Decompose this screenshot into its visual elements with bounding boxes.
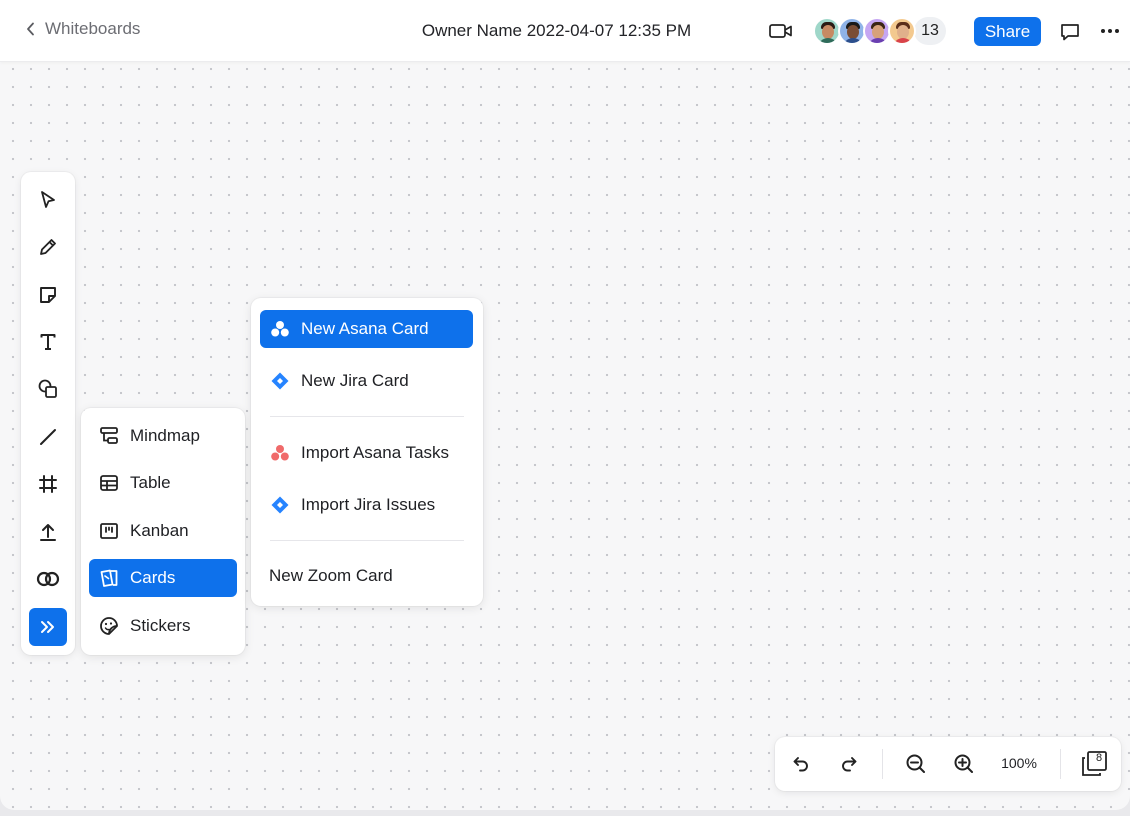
participants-group[interactable]: 13 bbox=[813, 17, 946, 45]
menu-item-label: New Jira Card bbox=[301, 371, 409, 390]
cards-menu: New Asana Card New Jira Card Import Asan… bbox=[251, 298, 483, 606]
upload-icon[interactable] bbox=[29, 513, 67, 551]
sticky-note-icon[interactable] bbox=[29, 276, 67, 314]
stickers-icon bbox=[100, 617, 118, 635]
jira-icon bbox=[271, 372, 289, 390]
back-to-whiteboards-link[interactable]: Whiteboards bbox=[26, 19, 140, 39]
avatar bbox=[838, 17, 866, 45]
menu-item-mindmap[interactable]: Mindmap bbox=[89, 417, 237, 455]
asana-icon bbox=[271, 321, 289, 337]
jira-icon bbox=[271, 496, 289, 514]
avatar bbox=[813, 17, 841, 45]
avatar bbox=[863, 17, 891, 45]
menu-item-table[interactable]: Table bbox=[89, 464, 237, 502]
menu-item-label: Import Asana Tasks bbox=[301, 443, 450, 462]
menu-item-label: New Asana Card bbox=[301, 319, 429, 338]
more-options-icon[interactable] bbox=[1101, 29, 1119, 33]
line-icon[interactable] bbox=[29, 418, 67, 456]
menu-item-stickers[interactable]: Stickers bbox=[89, 607, 237, 645]
bottom-controls: 100% 8 bbox=[775, 737, 1121, 791]
menu-divider bbox=[270, 416, 464, 417]
menu-item-label: Cards bbox=[130, 568, 176, 587]
menu-item-label: Stickers bbox=[130, 616, 191, 635]
divider bbox=[882, 749, 883, 779]
back-label: Whiteboards bbox=[45, 19, 141, 38]
connector-icon[interactable] bbox=[29, 560, 67, 598]
left-toolbar bbox=[21, 172, 75, 655]
menu-item-label: Kanban bbox=[130, 521, 189, 540]
top-bar: Whiteboards Owner Name 2022-04-07 12:35 … bbox=[0, 0, 1130, 62]
select-icon[interactable] bbox=[29, 181, 67, 219]
new-asana-card-item[interactable]: New Asana Card bbox=[260, 310, 473, 348]
import-jira-issues-item[interactable]: Import Jira Issues bbox=[260, 486, 473, 524]
page-count: 8 bbox=[1095, 752, 1103, 764]
menu-item-cards[interactable]: Cards bbox=[89, 559, 237, 597]
zoom-in-icon[interactable] bbox=[950, 750, 978, 778]
participant-count: 13 bbox=[914, 17, 946, 45]
asana-icon bbox=[271, 445, 289, 461]
pen-icon[interactable] bbox=[29, 228, 67, 266]
menu-item-label: New Zoom Card bbox=[269, 566, 393, 585]
menu-item-label: Import Jira Issues bbox=[301, 495, 436, 514]
zoom-out-icon[interactable] bbox=[902, 750, 930, 778]
import-asana-tasks-item[interactable]: Import Asana Tasks bbox=[260, 434, 473, 472]
frame-icon[interactable] bbox=[29, 465, 67, 503]
divider bbox=[1060, 749, 1061, 779]
cards-icon bbox=[100, 569, 118, 587]
avatar bbox=[888, 17, 916, 45]
kanban-icon bbox=[100, 523, 118, 539]
share-button[interactable]: Share bbox=[974, 17, 1041, 46]
redo-icon[interactable] bbox=[835, 750, 863, 778]
more-tools-menu: Mindmap Table Kanban Cards Stickers bbox=[81, 408, 245, 655]
pages-icon[interactable]: 8 bbox=[1079, 750, 1109, 778]
menu-divider bbox=[270, 540, 464, 541]
more-tools-icon[interactable] bbox=[29, 608, 67, 646]
chevron-left-icon bbox=[27, 22, 34, 36]
chat-icon[interactable] bbox=[1059, 21, 1081, 48]
new-zoom-card-item[interactable]: New Zoom Card bbox=[260, 557, 473, 595]
video-icon[interactable] bbox=[768, 21, 794, 46]
menu-item-label: Table bbox=[130, 473, 171, 492]
mindmap-icon bbox=[100, 427, 118, 444]
table-icon bbox=[100, 475, 118, 491]
shapes-icon[interactable] bbox=[29, 370, 67, 408]
menu-item-kanban[interactable]: Kanban bbox=[89, 512, 237, 550]
new-jira-card-item[interactable]: New Jira Card bbox=[260, 362, 473, 400]
text-icon[interactable] bbox=[29, 323, 67, 361]
whiteboard-title: Owner Name 2022-04-07 12:35 PM bbox=[421, 21, 692, 40]
zoom-level[interactable]: 100% bbox=[999, 755, 1039, 771]
whiteboard-canvas[interactable] bbox=[0, 0, 1130, 810]
menu-item-label: Mindmap bbox=[130, 426, 200, 445]
undo-icon[interactable] bbox=[787, 750, 815, 778]
